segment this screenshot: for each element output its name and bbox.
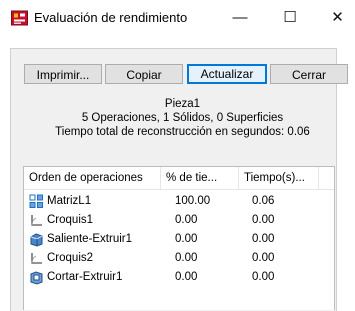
rebuild-time: Tiempo total de reconstrucción en segund… — [55, 126, 310, 138]
performance-evaluation-window: Evaluación de rendimiento — ☐ ✕ Imprimir… — [0, 0, 355, 311]
percent-time-cell: 0.00 — [175, 214, 198, 226]
minimize-button[interactable]: — — [222, 8, 258, 28]
feature-name: MatrizL1 — [47, 195, 92, 207]
window-title: Evaluación de rendimiento — [34, 10, 188, 25]
cut-extrude-icon — [30, 271, 43, 285]
table-row[interactable]: Croquis1 0.00 0.00 — [24, 211, 334, 230]
table-row[interactable]: MatrizL1 100.00 0.06 — [24, 192, 334, 211]
print-button[interactable]: Imprimir... — [24, 64, 102, 84]
column-header-time[interactable]: Tiempo(s)... — [239, 167, 319, 189]
feature-name: Saliente-Extruir1 — [47, 233, 133, 245]
feature-name: Croquis1 — [47, 214, 94, 226]
time-cell: 0.00 — [252, 271, 275, 283]
list-header: Orden de operaciones % de tie... Tiempo(… — [24, 167, 334, 190]
feature-name: Croquis2 — [47, 252, 94, 264]
feature-order-list[interactable]: Orden de operaciones % de tie... Tiempo(… — [23, 166, 335, 310]
percent-time-cell: 100.00 — [175, 195, 211, 207]
table-row[interactable]: Cortar-Extruir1 0.00 0.00 — [24, 268, 334, 287]
boss-extrude-icon — [30, 233, 43, 247]
part-name: Pieza1 — [164, 98, 201, 110]
close-window-button[interactable]: ✕ — [320, 8, 355, 28]
feature-name: Cortar-Extruir1 — [47, 271, 123, 283]
time-cell: 0.00 — [252, 214, 275, 226]
time-cell: 0.06 — [252, 195, 275, 207]
update-button[interactable]: Actualizar — [187, 64, 267, 84]
column-header-percent-time[interactable]: % de tie... — [161, 167, 239, 189]
percent-time-cell: 0.00 — [175, 252, 198, 264]
table-row[interactable]: Saliente-Extruir1 0.00 0.00 — [24, 230, 334, 249]
feature-counts: 5 Operaciones, 1 Sólidos, 0 Superficies — [81, 112, 284, 124]
maximize-button[interactable]: ☐ — [272, 8, 308, 28]
time-cell: 0.00 — [252, 233, 275, 245]
time-cell: 0.00 — [252, 252, 275, 264]
linear-pattern-icon — [29, 194, 43, 208]
sketch-icon — [31, 215, 42, 226]
title-bar: Evaluación de rendimiento — ☐ ✕ — [0, 0, 355, 36]
table-row[interactable]: Croquis2 0.00 0.00 — [24, 249, 334, 268]
percent-time-cell: 0.00 — [175, 271, 198, 283]
close-button[interactable]: Cerrar — [270, 64, 348, 84]
percent-time-cell: 0.00 — [175, 233, 198, 245]
copy-button[interactable]: Copiar — [105, 64, 183, 84]
sketch-icon — [31, 253, 42, 264]
app-icon — [11, 10, 28, 26]
column-header-feature-order[interactable]: Orden de operaciones — [24, 167, 161, 189]
